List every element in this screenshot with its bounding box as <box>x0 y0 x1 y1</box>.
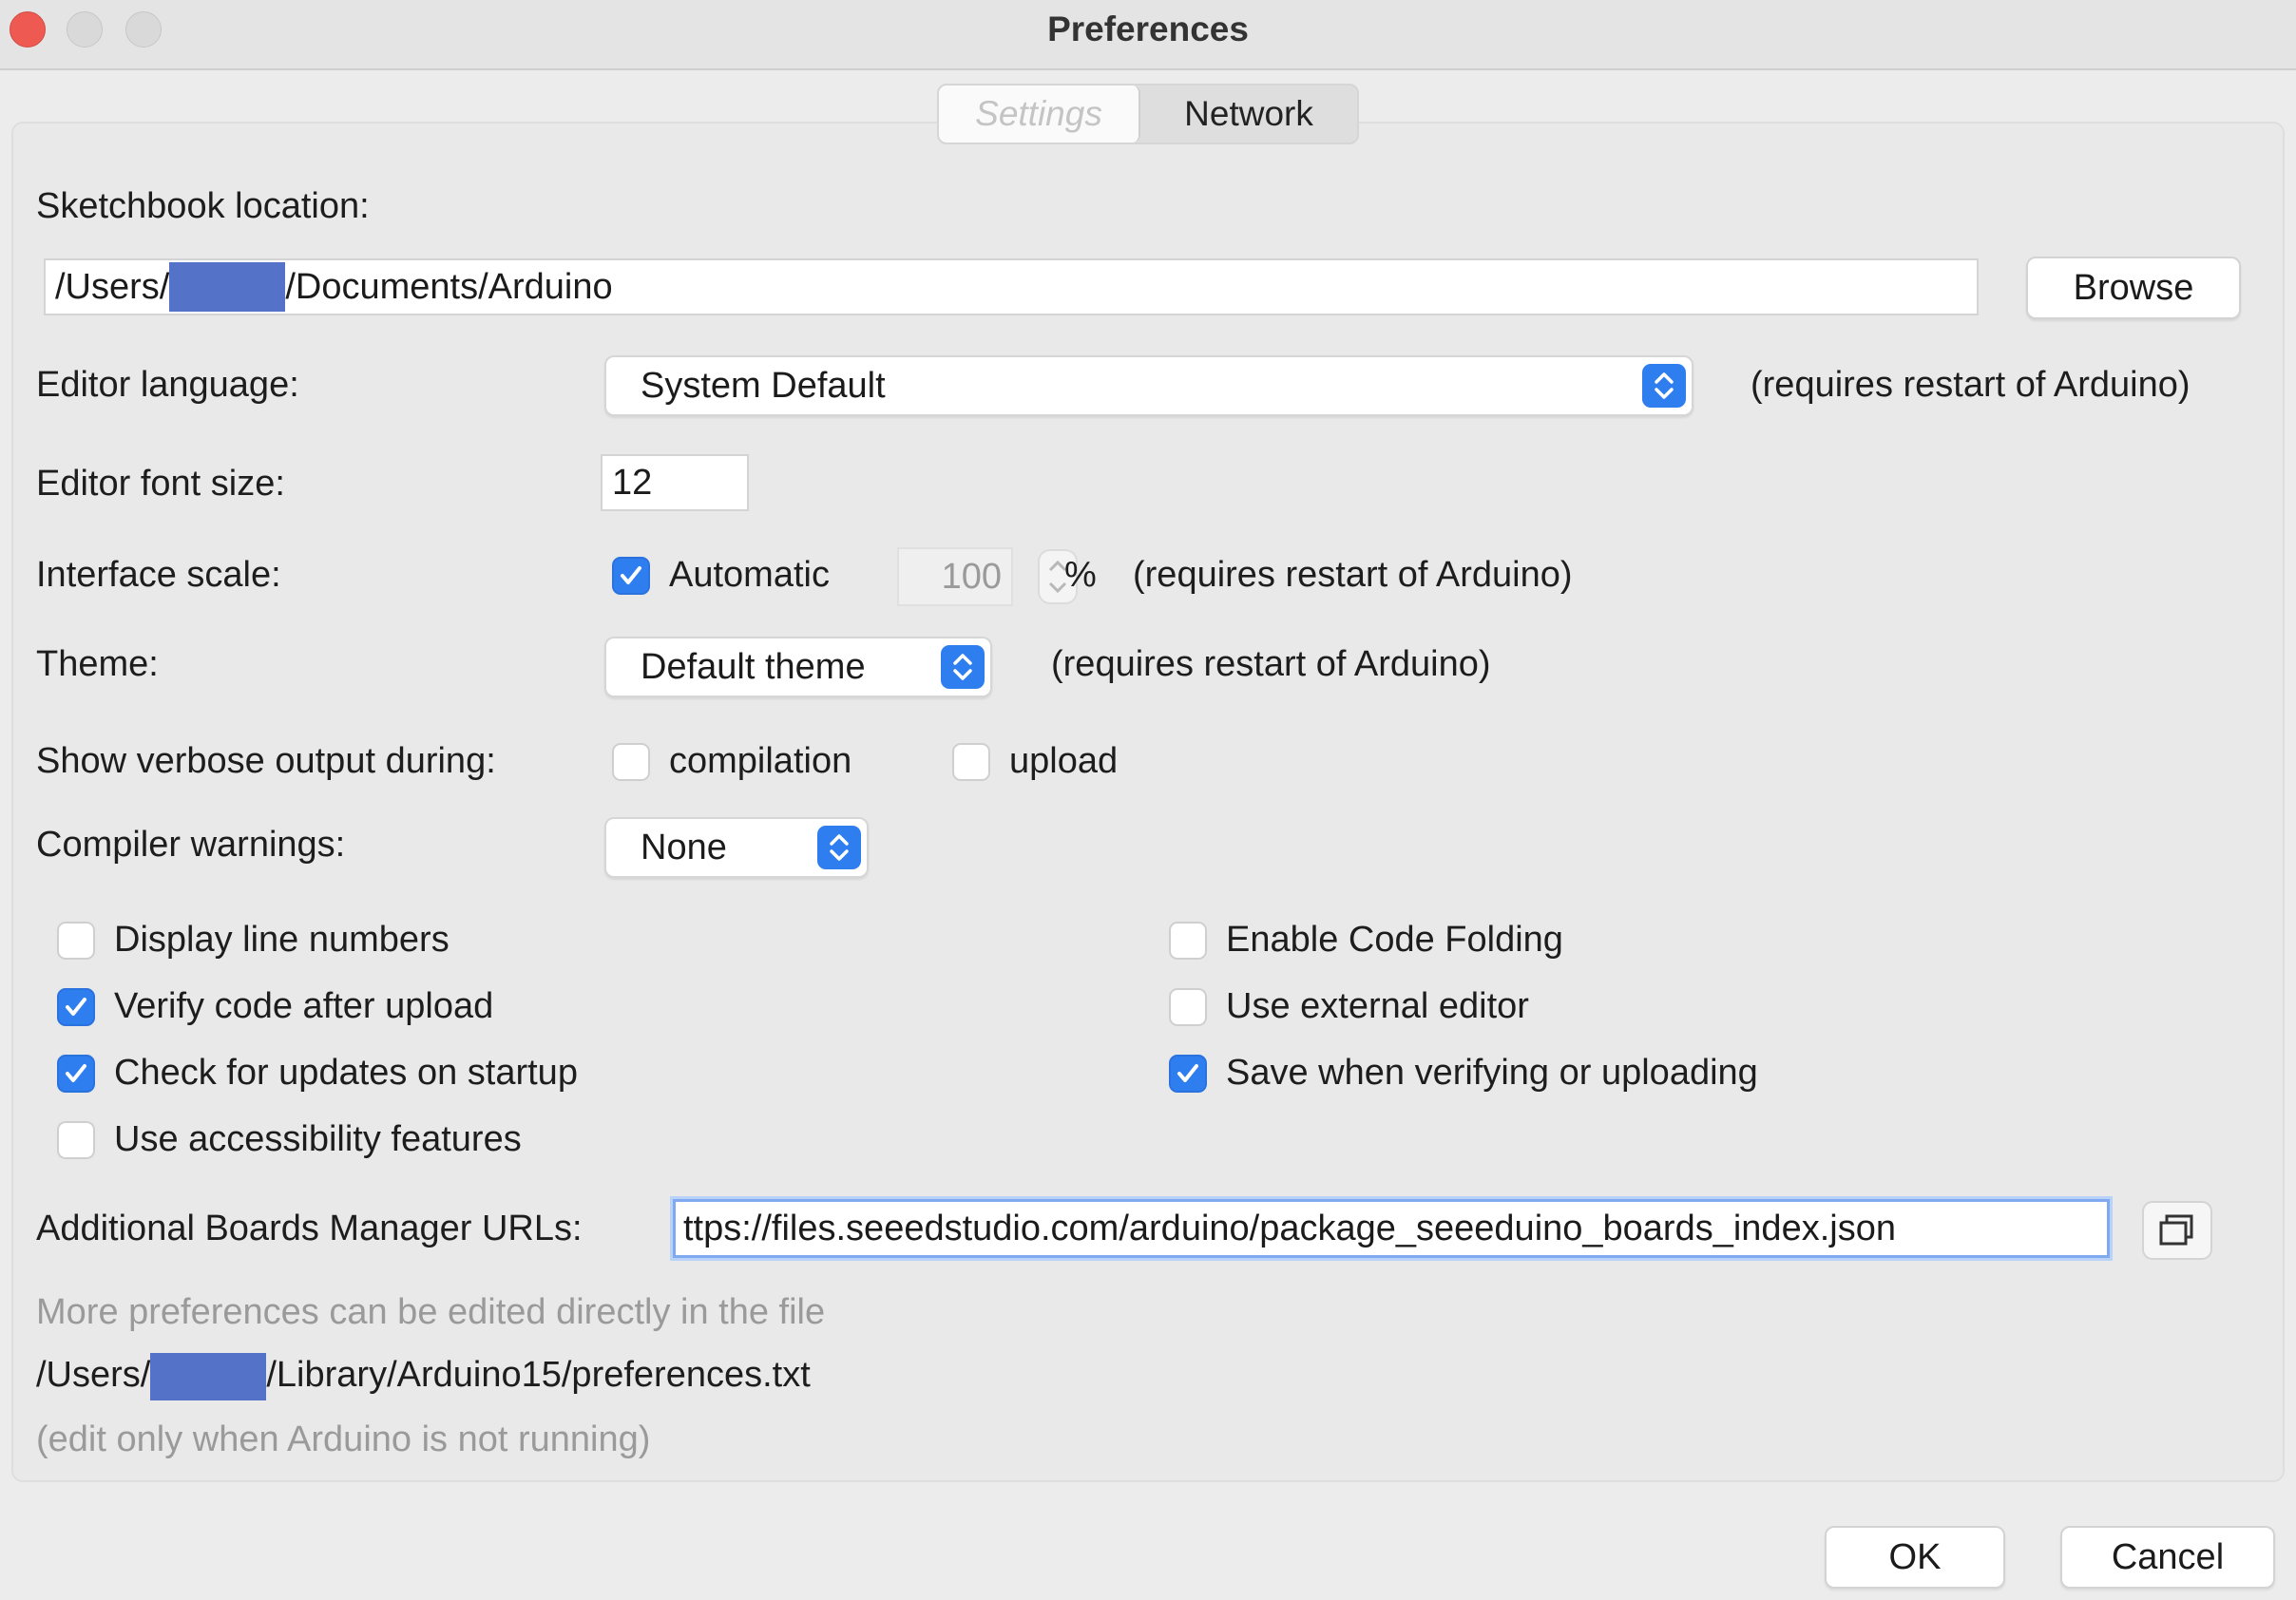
upload-checkbox[interactable] <box>952 743 990 781</box>
compilation-label: compilation <box>669 741 852 781</box>
select-arrows-icon <box>941 645 985 689</box>
editor-font-size-field[interactable]: 12 <box>601 454 749 511</box>
save-on-verify-checkbox[interactable] <box>1169 1055 1207 1093</box>
automatic-label: Automatic <box>669 555 830 595</box>
ok-button[interactable]: OK <box>1825 1526 2005 1589</box>
theme-select[interactable]: Default theme <box>604 637 992 697</box>
settings-panel <box>11 122 2285 1482</box>
display-line-numbers-label: Display line numbers <box>114 920 450 960</box>
sketchbook-path-suffix: /Documents/Arduino <box>285 266 613 307</box>
accessibility-label: Use accessibility features <box>114 1119 522 1159</box>
display-line-numbers-checkbox[interactable] <box>57 922 95 960</box>
more-preferences-note: More preferences can be edited directly … <box>36 1292 826 1332</box>
browse-button[interactable]: Browse <box>2026 257 2241 319</box>
interface-scale-field[interactable]: 100 <box>897 547 1013 606</box>
prefs-path-suffix: /Library/Arduino15/preferences.txt <box>266 1355 811 1396</box>
select-arrows-icon <box>1642 364 1686 408</box>
sketchbook-path-prefix: /Users/ <box>55 266 170 307</box>
compiler-warnings-label: Compiler warnings: <box>36 825 346 865</box>
interface-scale-note: (requires restart of Arduino) <box>1133 555 1573 595</box>
theme-label: Theme: <box>36 644 159 684</box>
external-editor-checkbox[interactable] <box>1169 988 1207 1026</box>
check-updates-checkbox[interactable] <box>57 1055 95 1093</box>
automatic-checkbox[interactable] <box>612 557 650 595</box>
redacted-username <box>150 1353 267 1400</box>
boards-manager-urls-field[interactable]: ttps://files.seeedstudio.com/arduino/pac… <box>673 1199 2110 1258</box>
compilation-checkbox[interactable] <box>612 743 650 781</box>
tab-bar: Settings Network <box>937 84 1359 144</box>
theme-value: Default theme <box>641 646 866 687</box>
title-bar: Preferences <box>0 0 2296 70</box>
verify-after-upload-checkbox[interactable] <box>57 988 95 1026</box>
code-folding-label: Enable Code Folding <box>1226 920 1563 960</box>
verify-after-upload-label: Verify code after upload <box>114 986 494 1026</box>
editor-language-note: (requires restart of Arduino) <box>1751 365 2191 405</box>
save-on-verify-label: Save when verifying or uploading <box>1226 1053 1758 1093</box>
edit-only-note: (edit only when Arduino is not running) <box>36 1419 651 1459</box>
compiler-warnings-value: None <box>641 827 727 867</box>
interface-scale-label: Interface scale: <box>36 555 281 595</box>
tab-network[interactable]: Network <box>1140 86 1357 143</box>
preferences-window: Preferences Settings Network Sketchbook … <box>0 0 2296 1600</box>
compiler-warnings-select[interactable]: None <box>604 817 869 878</box>
editor-font-size-label: Editor font size: <box>36 464 285 504</box>
code-folding-checkbox[interactable] <box>1169 922 1207 960</box>
sketchbook-location-label: Sketchbook location: <box>36 186 370 226</box>
check-updates-label: Check for updates on startup <box>114 1053 578 1093</box>
external-editor-label: Use external editor <box>1226 986 1529 1026</box>
select-arrows-icon <box>817 826 861 869</box>
editor-language-value: System Default <box>641 365 886 406</box>
sketchbook-location-field[interactable]: /Users/ /Documents/Arduino <box>44 258 1979 315</box>
tab-settings[interactable]: Settings <box>939 86 1140 143</box>
editor-language-select[interactable]: System Default <box>604 355 1693 416</box>
prefs-path-prefix: /Users/ <box>36 1355 151 1396</box>
accessibility-checkbox[interactable] <box>57 1121 95 1159</box>
editor-language-label: Editor language: <box>36 365 299 405</box>
preferences-file-path: /Users/ /Library/Arduino15/preferences.tx… <box>36 1353 811 1400</box>
edit-urls-button[interactable] <box>2142 1201 2212 1260</box>
boards-manager-urls-label: Additional Boards Manager URLs: <box>36 1209 583 1248</box>
theme-note: (requires restart of Arduino) <box>1051 644 1491 684</box>
scale-percent-unit: % <box>1064 555 1097 595</box>
upload-label: upload <box>1009 741 1119 781</box>
cancel-button[interactable]: Cancel <box>2060 1526 2275 1589</box>
window-title: Preferences <box>1047 10 1249 48</box>
redacted-username <box>169 262 286 312</box>
verbose-output-label: Show verbose output during: <box>36 741 496 781</box>
